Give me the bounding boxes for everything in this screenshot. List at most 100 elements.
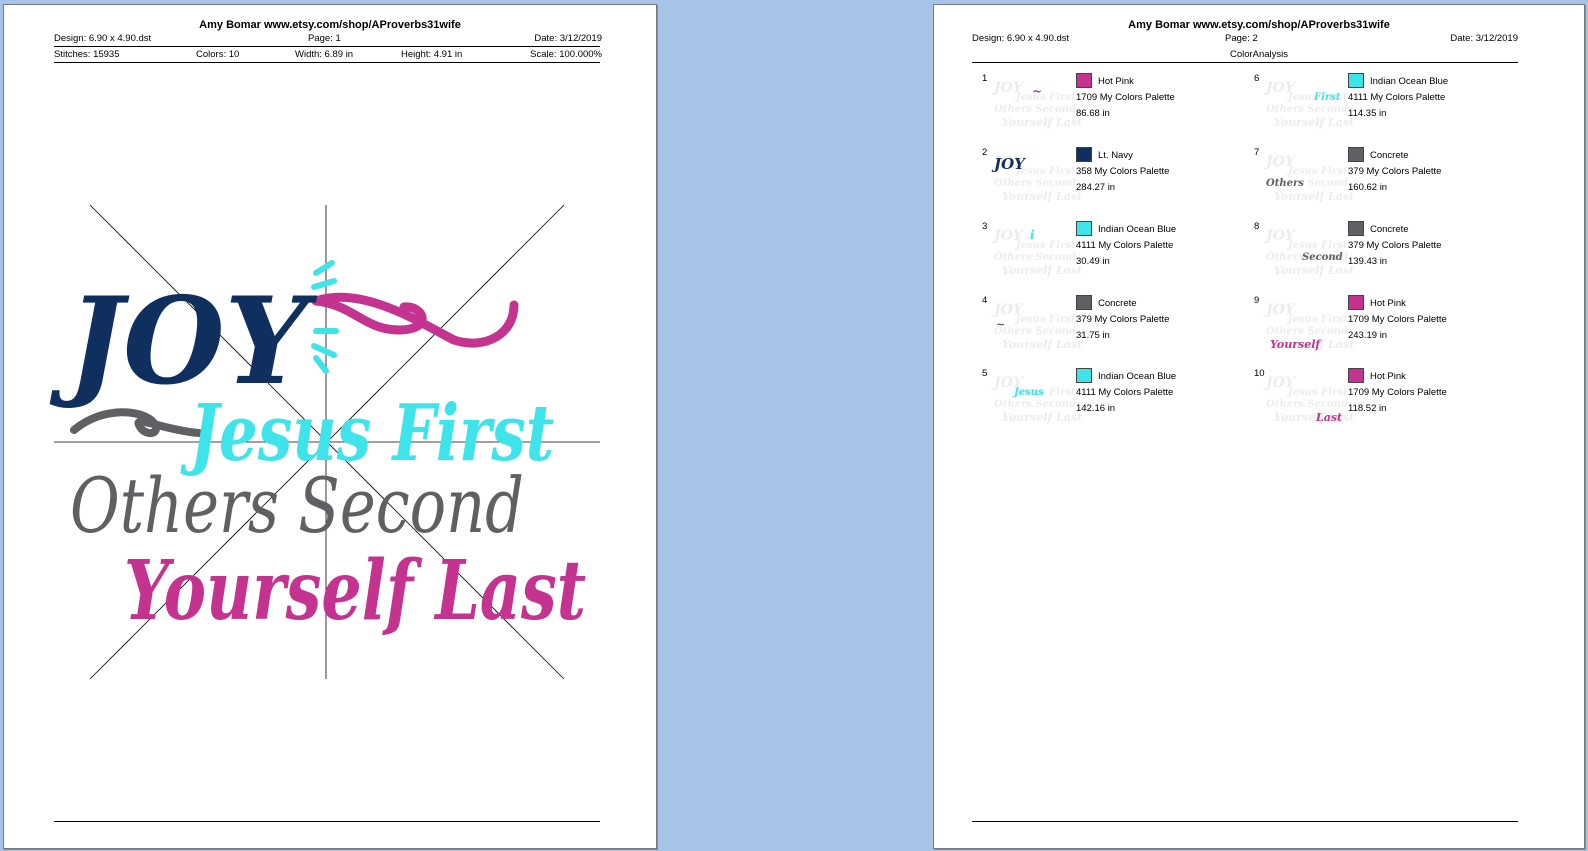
thread-color-swatch <box>1348 368 1364 383</box>
thread-color-name: Concrete <box>1098 298 1137 309</box>
embroidery-design-preview: JOY Jesus First Others Second Yourself L… <box>50 204 600 680</box>
color-step-thumbnail: JOY Jesus First Others Second Yourself Last… <box>992 77 1082 133</box>
pink-swirl-flourish <box>311 292 519 348</box>
thumbnail-ghost-text: Yourself Last <box>1002 264 1083 277</box>
thread-color-name: Concrete <box>1370 224 1409 235</box>
color-step-thumbnail: JOY Jesus First Others Second Yourself Last… <box>1264 225 1354 281</box>
thread-color-name: Indian Ocean Blue <box>1370 76 1449 87</box>
thread-color-swatch <box>1076 368 1092 383</box>
thumbnail-ghost-text: Yourself Last <box>1002 116 1083 129</box>
color-analysis-item: 2 JOY Jesus First Others Second Yourself Las… <box>982 147 1252 217</box>
thread-length: 160.62 in <box>1348 182 1388 193</box>
thumbnail-ghost-text: Others Second <box>994 326 1076 337</box>
thread-color-name: Lt. Navy <box>1098 150 1133 161</box>
color-step-thumbnail: JOY Jesus First Others Second Yourself Last… <box>992 225 1082 281</box>
color-analysis-item: 4 JOY Jesus First Others Second Yourself Las… <box>982 295 1252 365</box>
thumbnail-highlight: ~ <box>1032 84 1043 98</box>
print-preview-page-2: Amy Bomar www.etsy.com/shop/AProverbs31w… <box>933 4 1585 849</box>
color-step-thumbnail: JOY Jesus First Others Second Yourself Last… <box>992 372 1082 428</box>
color-analysis-item: 3 JOY Jesus First Others Second Yourself Las… <box>982 221 1252 291</box>
thread-length: 30.49 in <box>1076 256 1110 267</box>
thread-palette-code: 4111 My Colors Palette <box>1076 387 1174 398</box>
color-step-number: 7 <box>1254 147 1260 158</box>
page2-header-divider <box>972 62 1518 63</box>
thumbnail-ghost-text: Jesus First <box>1288 314 1348 325</box>
thread-palette-code: 379 My Colors Palette <box>1348 166 1442 177</box>
thread-color-swatch <box>1076 73 1092 88</box>
thumbnail-ghost-text: Yourself Last <box>1002 411 1083 424</box>
thumbnail-highlight: Others <box>1266 178 1304 189</box>
page2-footer-divider <box>972 821 1518 822</box>
print-preview-page-1: Amy Bomar www.etsy.com/shop/AProverbs31w… <box>3 4 657 849</box>
color-analysis-item: 10 JOY Jesus First Others Second Yourself La… <box>1254 368 1524 438</box>
thread-color-name: Concrete <box>1370 150 1409 161</box>
thread-palette-code: 1709 My Colors Palette <box>1348 314 1447 325</box>
thumbnail-ghost-text: Jesus First <box>1016 314 1076 325</box>
thumbnail-ghost-text: Jesus First <box>1288 166 1348 177</box>
thumbnail-ghost-text: Yourself Last <box>1002 338 1083 351</box>
color-step-number: 9 <box>1254 295 1260 306</box>
page2-design-label: Design: 6.90 x 4.90.dst <box>972 33 1070 44</box>
thread-color-name: Hot Pink <box>1098 76 1134 87</box>
color-step-number: 2 <box>982 147 988 158</box>
color-step-thumbnail: JOY Jesus First Others Second Yourself Last… <box>1264 299 1354 355</box>
color-analysis-item: 7 JOY Jesus First Others Second Yourself Las… <box>1254 147 1524 217</box>
color-step-thumbnail: JOY Jesus First Others Second Yourself Last… <box>1264 77 1354 133</box>
thread-color-swatch <box>1348 221 1364 236</box>
color-analysis-item: 5 JOY Jesus First Others Second Yourself Las… <box>982 368 1252 438</box>
thread-color-swatch <box>1076 221 1092 236</box>
thread-length: 142.16 in <box>1076 403 1116 414</box>
thumbnail-ghost-text: Others Second <box>994 178 1076 189</box>
page2-header-title: Amy Bomar www.etsy.com/shop/AProverbs31w… <box>1128 19 1390 31</box>
thread-length: 114.35 in <box>1348 108 1387 119</box>
thumbnail-highlight: Last <box>1316 411 1343 424</box>
thumbnail-ghost-text: Others Second <box>994 104 1076 115</box>
thumbnail-ghost-text: Others Second <box>994 399 1076 410</box>
design-text-yourself-last: Yourself Last <box>124 543 586 639</box>
thumbnail-ghost-text: Yourself Last <box>1274 116 1355 129</box>
thumbnail-highlight: i <box>1030 228 1035 242</box>
thread-color-name: Indian Ocean Blue <box>1098 224 1177 235</box>
color-analysis-item: 9 JOY Jesus First Others Second Yourself Las… <box>1254 295 1524 365</box>
thumbnail-ghost-text: Others Second <box>1266 399 1348 410</box>
thumbnail-highlight: First <box>1314 92 1341 103</box>
thread-palette-code: 379 My Colors Palette <box>1348 240 1442 251</box>
color-analysis-item: 1 JOY Jesus First Others Second Yourself Las… <box>982 73 1252 143</box>
thread-palette-code: 1709 My Colors Palette <box>1076 92 1175 103</box>
thread-length: 86.68 in <box>1076 108 1110 119</box>
page2-date: Date: 3/12/2019 <box>1450 33 1518 44</box>
thumbnail-highlight: Jesus <box>1014 387 1044 398</box>
thread-color-swatch <box>1076 147 1092 162</box>
thread-length: 118.52 in <box>1348 403 1387 414</box>
thread-color-name: Hot Pink <box>1370 298 1406 309</box>
thumbnail-ghost-text: Others Second <box>1266 104 1348 115</box>
color-step-number: 1 <box>982 73 988 84</box>
thumbnail-ghost-text: Yourself Last <box>1002 190 1083 203</box>
thread-palette-code: 4111 My Colors Palette <box>1348 92 1446 103</box>
thread-length: 139.43 in <box>1348 256 1388 267</box>
thread-palette-code: 4111 My Colors Palette <box>1076 240 1174 251</box>
thread-palette-code: 379 My Colors Palette <box>1076 314 1170 325</box>
thread-color-name: Hot Pink <box>1370 371 1406 382</box>
design-text-others-second: Others Second <box>70 461 524 550</box>
color-step-thumbnail: JOY Jesus First Others Second Yourself Last… <box>1264 372 1354 428</box>
color-step-number: 6 <box>1254 73 1260 84</box>
page1-footer-divider <box>54 821 600 822</box>
color-step-number: 10 <box>1254 368 1265 379</box>
thumbnail-highlight: Second <box>1302 252 1343 263</box>
thread-length: 284.27 in <box>1076 182 1116 193</box>
thumbnail-ghost-text: Others Second <box>994 252 1076 263</box>
thread-length: 243.19 in <box>1348 330 1388 341</box>
color-step-number: 3 <box>982 221 988 232</box>
page2-section-title: ColorAnalysis <box>1229 49 1289 60</box>
gray-curl-flourish <box>70 408 203 437</box>
color-step-number: 4 <box>982 295 988 306</box>
thumbnail-ghost-text: Jesus First <box>1288 240 1348 251</box>
thumbnail-highlight: ~ <box>996 318 1006 331</box>
thumbnail-highlight: JOY <box>994 155 1025 173</box>
thumbnail-ghost-text: Jesus First <box>1288 387 1348 398</box>
thread-color-swatch <box>1076 295 1092 310</box>
aqua-rays <box>311 260 339 374</box>
thread-color-swatch <box>1348 295 1364 310</box>
thread-palette-code: 1709 My Colors Palette <box>1348 387 1447 398</box>
